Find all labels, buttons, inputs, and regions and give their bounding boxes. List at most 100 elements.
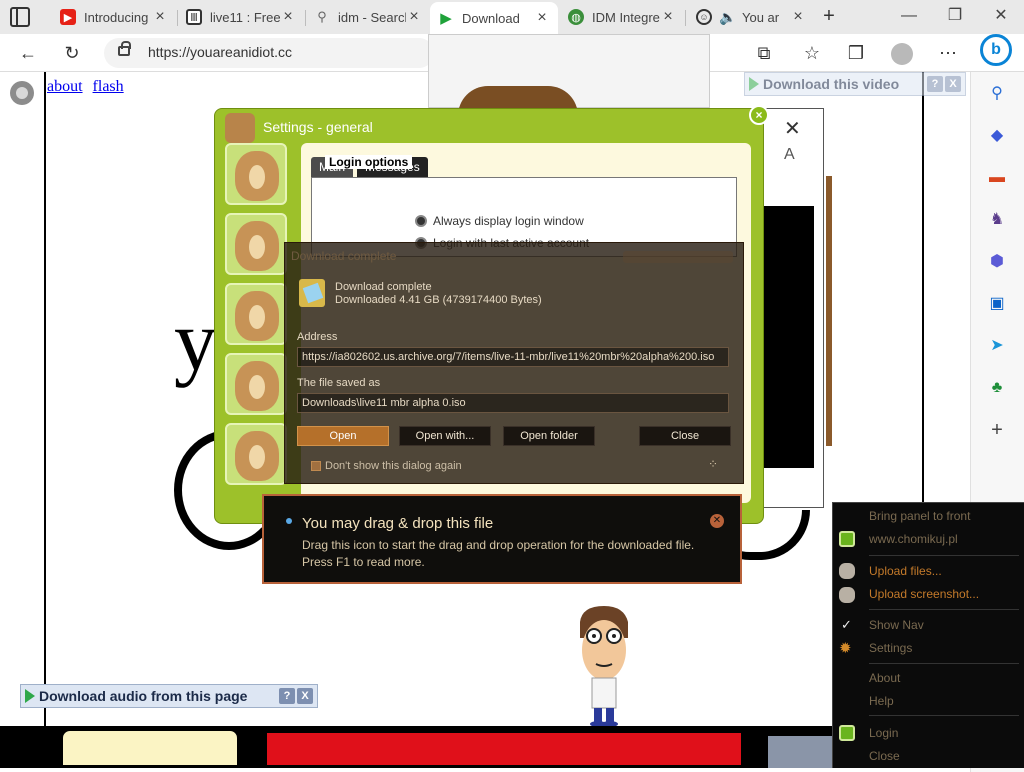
tree-icon[interactable]: ♣ [985,376,1009,400]
speaker-icon[interactable] [8,78,40,108]
dialog-title: Download complete [291,249,397,263]
toolbox-icon[interactable]: ▬ [985,166,1009,190]
rock-icon [839,563,855,579]
maximize-button[interactable]: ❐ [932,0,978,32]
download-size: Downloaded 4.41 GB (4739174400 Bytes) [335,294,542,306]
always-login-radio[interactable] [415,215,427,227]
menu-item-upload-screenshot[interactable]: Upload screenshot... [869,587,979,601]
microsoft365-icon[interactable]: ⬢ [985,250,1009,274]
flash-link[interactable]: flash [93,78,124,95]
settings-title: Settings - general [263,119,373,135]
settings-nav-appearance[interactable] [225,213,287,275]
settings-nav-4[interactable] [225,353,287,415]
help-icon[interactable]: ? [927,76,943,92]
send-icon[interactable]: ➤ [985,334,1009,358]
tab-title: live11 : Free [210,9,280,25]
about-link[interactable]: about [47,78,83,95]
settings-nav-download[interactable] [225,423,287,485]
tab-download[interactable]: ▶ Download × [430,2,558,34]
menu-item-chomikuj[interactable]: www.chomikuj.pl [869,532,958,546]
close-icon[interactable]: ✕ [784,116,801,141]
hamster-app-icon [225,113,255,143]
settings-nav-general[interactable] [225,143,287,205]
download-video-bar[interactable]: Download this video ? X [744,72,966,96]
speaker-icon: 🔈 [719,8,737,25]
close-icon[interactable]: × [749,105,769,125]
bottom-yellow-panel [60,728,240,768]
menu-item-about[interactable]: About [869,671,900,685]
smiley-icon: ☺ [696,9,712,25]
menu-item-bring-front[interactable]: Bring panel to front [869,509,970,523]
tooltip-heading: You may drag & drop this file [302,515,494,532]
menu-item-login[interactable]: Login [869,726,898,740]
menu-separator [869,609,1019,610]
collections-icon[interactable]: ❒ [842,39,870,67]
help-icon[interactable]: ? [279,688,295,704]
outlook-icon[interactable]: ▣ [985,292,1009,316]
search-icon[interactable]: ⚲ [985,82,1009,106]
profile-avatar[interactable] [888,39,916,67]
tab-live11[interactable]: Ⅲ live11 : Free × [178,2,304,32]
back-button[interactable]: ← [14,39,42,67]
dont-show-checkbox[interactable] [311,461,321,471]
bing-copilot-icon[interactable]: b [980,34,1012,66]
saved-as-field[interactable]: Downloads\live11 mbr alpha 0.iso [297,393,729,413]
settings-nav-3[interactable] [225,283,287,345]
minimize-button[interactable]: — [886,0,932,32]
new-tab-button[interactable]: + [818,5,840,27]
tab-title: idm - Search [338,9,406,25]
close-icon[interactable]: ✕ [710,514,724,528]
tab-idm-search[interactable]: ⚲ idm - Search × [306,2,430,32]
tab-introducing[interactable]: ▶ Introducing × [52,2,176,32]
tab-title: IDM Integre [592,9,660,25]
hamster-icon [235,151,279,201]
open-button[interactable]: Open [297,426,389,446]
font-icon[interactable]: A [784,146,795,164]
close-icon[interactable]: × [790,8,806,26]
close-icon[interactable]: X [945,76,961,92]
close-icon[interactable]: × [152,8,168,26]
file-folder-icon[interactable] [299,279,325,307]
tab-you-are[interactable]: ☺ 🔈 You ar × [688,2,814,32]
info-dot-icon [286,518,292,524]
window-close-button[interactable]: ✕ [978,0,1024,32]
menu-item-upload-files[interactable]: Upload files... [869,564,942,578]
dont-show-label: Don't show this dialog again [325,460,462,472]
play-icon [25,689,35,703]
page-big-text: y [174,292,217,388]
close-icon[interactable]: × [660,8,676,26]
menu-item-close[interactable]: Close [869,749,900,763]
add-sidebar-item-icon[interactable]: + [985,418,1009,442]
bottom-gray-panel [768,736,832,768]
lock-icon [118,41,131,56]
menu-item-settings[interactable]: Settings [869,641,912,655]
dialog-title-buttons[interactable] [623,251,733,263]
open-with-button[interactable]: Open with... [399,426,491,446]
close-icon[interactable]: × [534,9,550,27]
download-video-label: Download this video [763,76,900,92]
download-audio-bar[interactable]: Download audio from this page ? X [20,684,318,708]
search-icon: ⚲ [317,9,327,24]
close-icon[interactable]: × [280,8,296,26]
close-icon[interactable]: X [297,688,313,704]
favorites-icon[interactable]: ☆ [798,39,826,67]
address-field[interactable]: https://ia802602.us.archive.org/7/items/… [297,347,729,367]
refresh-button[interactable]: ↻ [58,39,86,67]
shopping-tag-icon[interactable]: ◆ [985,124,1009,148]
tab-idm-integration[interactable]: ◍ IDM Integre × [560,2,684,32]
menu-item-help[interactable]: Help [869,694,894,708]
tab-title: You ar [742,9,780,25]
extensions-icon[interactable]: ⧉ [750,39,778,67]
close-button[interactable]: Close [639,426,731,446]
close-icon[interactable]: × [406,8,422,26]
open-folder-button[interactable]: Open folder [503,426,595,446]
hamster-painter-icon [235,221,279,271]
tab-separator [685,10,686,26]
tab-actions-icon[interactable] [10,7,30,27]
menu-item-show-nav[interactable]: Show Nav [869,618,924,632]
drag-grip-icon[interactable]: ⁘ [703,457,723,473]
more-menu-icon[interactable]: ⋯ [934,39,962,67]
menu-separator [869,663,1019,664]
games-icon[interactable]: ♞ [985,208,1009,232]
address-bar[interactable]: https://youareanidiot.cc [104,38,434,68]
